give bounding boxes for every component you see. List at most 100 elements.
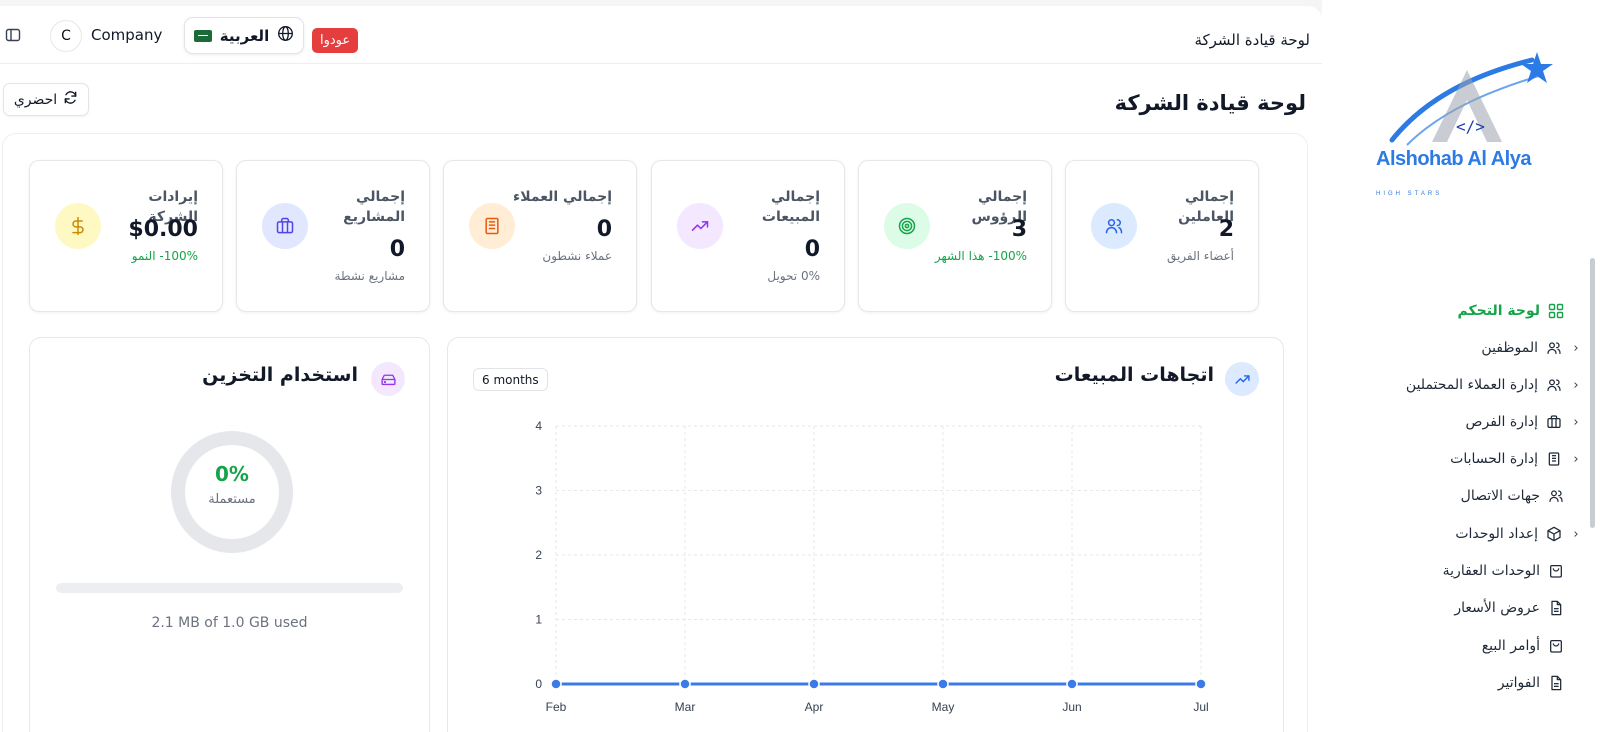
briefcase-icon bbox=[262, 203, 308, 249]
sidebar-item[interactable]: ‹ إدارة العملاء المحتملين bbox=[1406, 373, 1582, 397]
sidebar-item-label: أوامر البيع bbox=[1481, 638, 1540, 654]
sidebar-item-label: الوحدات العقارية bbox=[1442, 563, 1540, 579]
users-icon bbox=[1091, 203, 1137, 249]
stat-value: 0 bbox=[389, 237, 405, 262]
sidebar-item[interactable]: لوحة التحكم bbox=[1458, 299, 1564, 323]
logo-text: Alshohab Al Alya bbox=[1376, 148, 1532, 170]
box-icon bbox=[1546, 526, 1562, 542]
storage-usage-text: 2.1 MB of 1.0 GB used bbox=[151, 615, 308, 631]
storage-title: استخدام التخزين bbox=[202, 364, 358, 386]
refresh-icon bbox=[63, 90, 78, 109]
sidebar-item-label: الفواتير bbox=[1497, 675, 1540, 691]
company-logo: </> bbox=[1389, 52, 1553, 146]
users-icon bbox=[1548, 488, 1564, 504]
y-tick-label: 3 bbox=[535, 484, 542, 498]
sidebar-item[interactable]: الوحدات العقارية bbox=[1443, 559, 1564, 583]
users-icon bbox=[1546, 340, 1562, 356]
top-bar: C Company العربية عودوا لوحة قيادة الشرك… bbox=[0, 6, 1322, 64]
file-icon bbox=[1548, 600, 1564, 616]
storage-percent: 0% bbox=[215, 462, 249, 486]
back-badge[interactable]: عودوا bbox=[312, 28, 359, 53]
bag-icon bbox=[1548, 563, 1564, 579]
sidebar-item-label: الموظفين bbox=[1481, 340, 1538, 356]
stat-value: 0 bbox=[804, 237, 820, 262]
chevron-left-icon[interactable]: ‹ bbox=[1570, 452, 1582, 467]
svg-text:</>: </> bbox=[1456, 117, 1485, 136]
data-point bbox=[550, 678, 562, 690]
company-name[interactable]: Company bbox=[91, 26, 162, 44]
sidebar-item[interactable]: ‹ إعداد الوحدات bbox=[1455, 522, 1582, 546]
sales-chart: 0 1 2 3 4 Feb Mar Apr May Jun Jul bbox=[535, 419, 1208, 714]
sidebar-item[interactable]: عروض الأسعار bbox=[1454, 596, 1564, 620]
stat-subtext: مشاريع نشطة bbox=[334, 269, 405, 283]
stat-value: 3 bbox=[1011, 217, 1027, 242]
x-tick-label: Jul bbox=[1193, 700, 1208, 714]
globe-icon bbox=[277, 25, 294, 46]
stat-title: إجمالي المبيعات bbox=[761, 189, 820, 225]
stat-subtext: أعضاء الفريق bbox=[1166, 249, 1234, 263]
chevron-left-icon[interactable]: ‹ bbox=[1570, 378, 1582, 393]
stat-card-employees[interactable]: إجمالي العاملين 2 أعضاء الفريق bbox=[1065, 160, 1259, 312]
hard-drive-icon bbox=[371, 362, 405, 396]
stat-subtext: 0% تحويل bbox=[767, 269, 820, 283]
sidebar-item-label: إدارة العملاء المحتملين bbox=[1405, 377, 1538, 393]
sidebar-item[interactable]: الفواتير bbox=[1498, 671, 1564, 695]
y-tick-label: 4 bbox=[535, 419, 542, 433]
stat-value: $0.00 bbox=[128, 217, 198, 242]
data-point bbox=[808, 678, 820, 690]
dashboard-content: إجمالي العاملين 2 أعضاء الفريق إجمالي ال… bbox=[2, 133, 1308, 732]
y-tick-label: 1 bbox=[535, 613, 542, 627]
page-title: لوحة قيادة الشركة bbox=[1114, 91, 1306, 115]
stat-card-clients[interactable]: إجمالي العملاء 0 عملاء نشطون bbox=[443, 160, 637, 312]
x-tick-label: Jun bbox=[1062, 700, 1081, 714]
sidebar-item[interactable]: ‹ إدارة الحسابات bbox=[1450, 447, 1582, 471]
sidebar-toggle-icon[interactable] bbox=[5, 27, 21, 43]
sidebar-item-label: لوحة التحكم bbox=[1457, 303, 1540, 319]
sidebar-item[interactable]: أوامر البيع bbox=[1482, 634, 1564, 658]
sidebar-scrollbar[interactable] bbox=[1590, 258, 1595, 528]
dashboard-icon bbox=[1548, 303, 1564, 319]
sidebar-item-label: جهات الاتصال bbox=[1460, 488, 1540, 504]
briefcase-icon bbox=[1546, 414, 1562, 430]
stat-subtext: 100%- هذا الشهر bbox=[934, 249, 1027, 263]
sidebar: </> Alshohab Al Alya HIGH STARS لوحة الت… bbox=[1322, 0, 1600, 732]
sidebar-item[interactable]: جهات الاتصال bbox=[1461, 484, 1564, 508]
chevron-left-icon[interactable]: ‹ bbox=[1570, 415, 1582, 430]
stat-card-leads[interactable]: إجمالي الرؤوس 3 100%- هذا الشهر bbox=[858, 160, 1052, 312]
chevron-left-icon[interactable]: ‹ bbox=[1570, 341, 1582, 356]
stat-title: إجمالي المشاريع bbox=[343, 189, 405, 225]
data-point bbox=[1195, 678, 1207, 690]
sales-trends-card: اتجاهات المبيعات 6 months 0 1 2 3 4 Feb Mar Apr… bbox=[447, 337, 1284, 732]
refresh-label: احضري bbox=[13, 91, 58, 108]
storage-usage-card: استخدام التخزين 0% مستعملة 2.1 MB of 1.0… bbox=[29, 337, 430, 732]
refresh-button[interactable]: احضري bbox=[3, 83, 89, 116]
dollar-icon bbox=[55, 203, 101, 249]
sidebar-item[interactable]: ‹ الموظفين bbox=[1481, 336, 1582, 360]
storage-used-label: مستعملة bbox=[208, 492, 256, 507]
language-switcher-button[interactable]: العربية bbox=[184, 17, 304, 54]
sidebar-item-label: عروض الأسعار bbox=[1454, 600, 1540, 616]
stat-card-projects[interactable]: إجمالي المشاريع 0 مشاريع نشطة bbox=[236, 160, 430, 312]
y-tick-label: 0 bbox=[535, 677, 542, 691]
x-tick-label: Apr bbox=[805, 700, 824, 714]
x-tick-label: Feb bbox=[546, 700, 567, 714]
company-avatar[interactable]: C bbox=[50, 20, 82, 52]
x-tick-label: May bbox=[932, 700, 955, 714]
stat-value: 2 bbox=[1218, 217, 1234, 242]
storage-progress-bar bbox=[56, 583, 403, 593]
stat-card-sales[interactable]: إجمالي المبيعات 0 0% تحويل bbox=[651, 160, 845, 312]
chevron-left-icon[interactable]: ‹ bbox=[1570, 527, 1582, 542]
stat-card-revenue[interactable]: إيرادات الشركة $0.00 100%- النمو bbox=[29, 160, 223, 312]
file-icon bbox=[1548, 675, 1564, 691]
language-label: العربية bbox=[219, 26, 270, 45]
sidebar-item[interactable]: ‹ إدارة الفرص bbox=[1466, 410, 1582, 434]
stat-subtext: عملاء نشطون bbox=[542, 249, 612, 263]
sidebar-item-label: إدارة الفرص bbox=[1465, 414, 1538, 430]
trending-up-icon bbox=[677, 203, 723, 249]
users-icon bbox=[1546, 377, 1562, 393]
x-tick-label: Mar bbox=[675, 700, 696, 714]
building-icon bbox=[1546, 451, 1562, 467]
saudi-flag-icon bbox=[193, 29, 212, 42]
main-panel: C Company العربية عودوا لوحة قيادة الشرك… bbox=[0, 6, 1322, 732]
stat-value: 0 bbox=[596, 217, 612, 242]
